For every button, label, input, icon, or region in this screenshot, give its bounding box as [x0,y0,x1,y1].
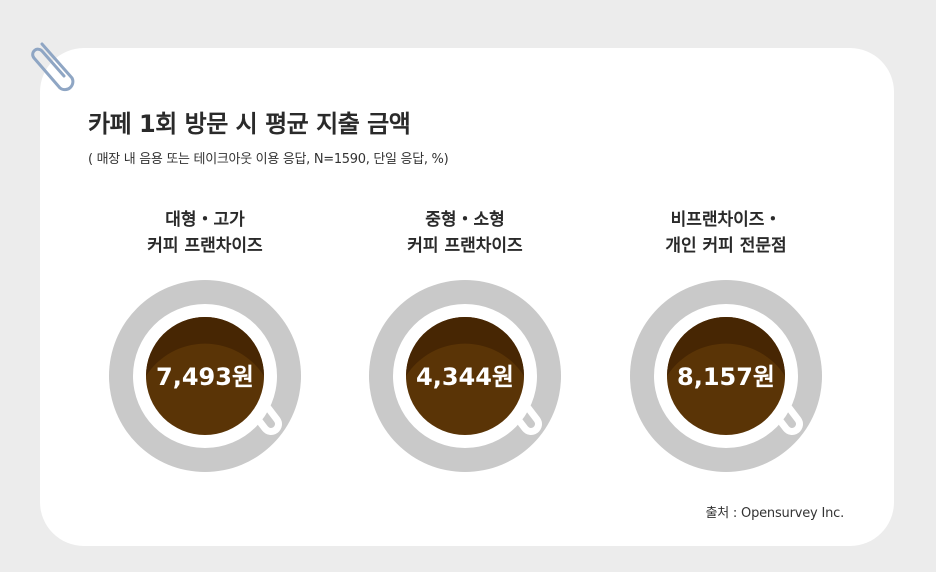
value-label: 8,157원 [677,363,775,391]
category-label: 중형・소형 [425,209,505,230]
category-label: 커피 프랜차이즈 [407,236,523,256]
category-label: 개인 커피 전문점 [665,236,786,256]
value-label: 4,344원 [416,363,514,391]
coffee-cup-chart: 대형・고가커피 프랜차이즈 7,493원 중형・소형커피 프랜차이즈 4,344원 비프… [109,209,822,472]
category-label: 대형・고가 [165,209,245,230]
category-label: 커피 프랜차이즈 [147,236,263,256]
category-label: 비프랜차이즈・ [671,210,782,230]
source-note: 출처 : Opensurvey Inc. [705,506,844,521]
value-label: 7,493원 [156,363,254,391]
